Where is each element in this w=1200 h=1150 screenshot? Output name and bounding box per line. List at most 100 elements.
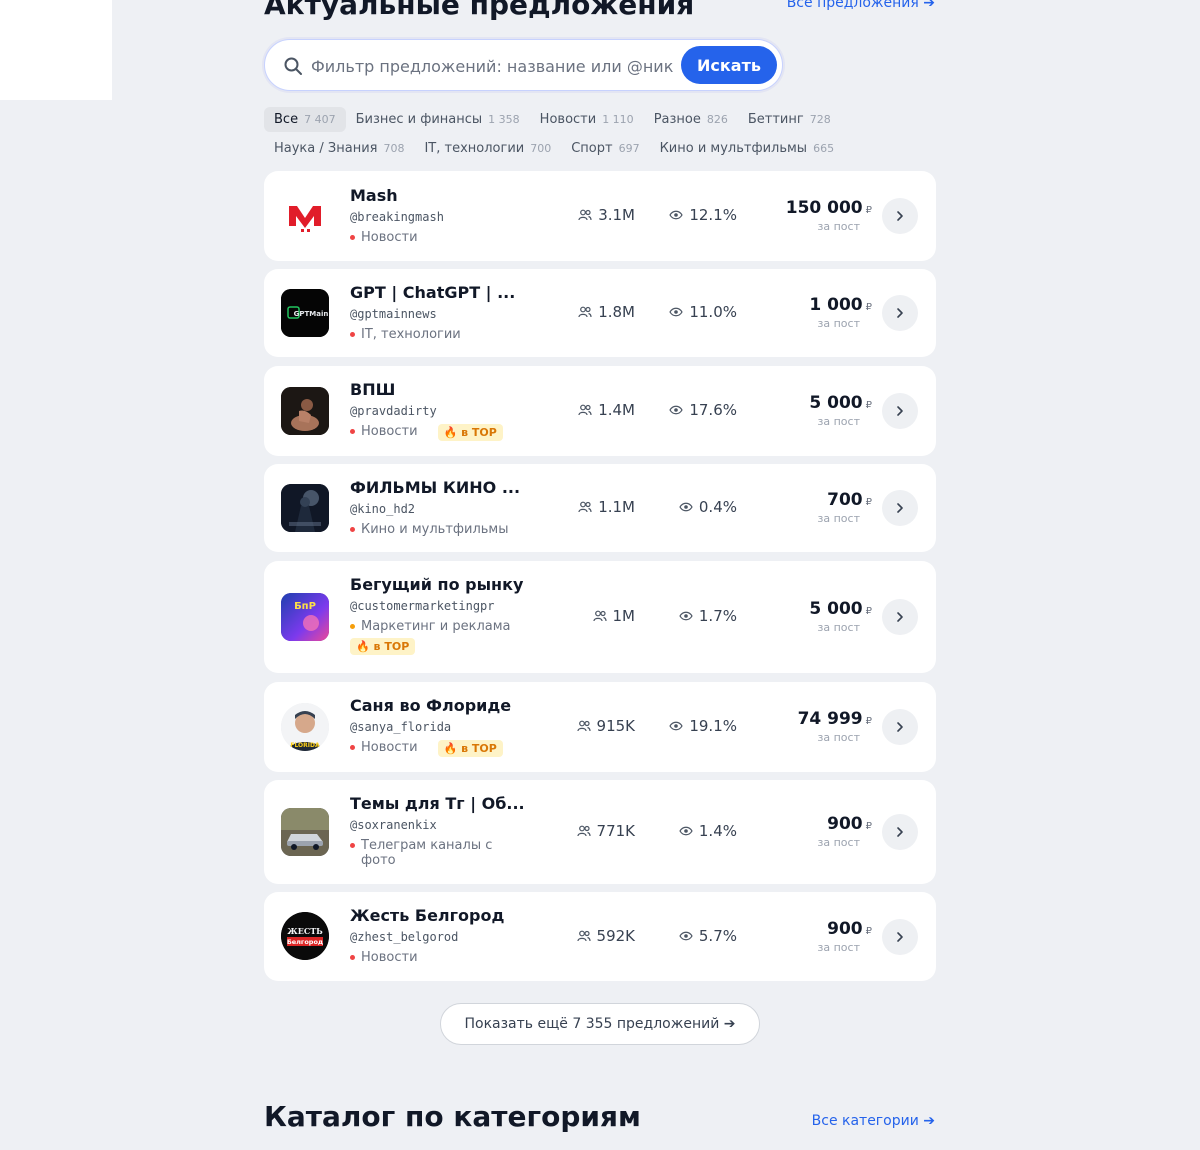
offer-card[interactable]: Темы для Тг | Об... @soxranenkix Телегра…: [264, 780, 936, 884]
search-button[interactable]: Искать: [681, 46, 777, 84]
price-block: 74 999 ₽ за пост: [798, 709, 872, 744]
offer-card[interactable]: Mash @breakingmash Новости 3.1M 12.1% 15…: [264, 171, 936, 261]
offer-info: Жесть Белгород @zhest_belgorod Новости: [350, 905, 550, 965]
currency-symbol: ₽: [865, 400, 872, 411]
all-offers-link[interactable]: Все предложения ➔: [787, 0, 935, 11]
price-block: 1 000 ₽ за пост: [809, 295, 872, 330]
channel-handle: @pravdadirty: [350, 404, 437, 418]
offer-card[interactable]: ФИЛЬМЫ КИНО ... @kino_hd2 Кино и мультфи…: [264, 464, 936, 552]
subscribers-stat: 1.1M: [578, 498, 635, 516]
category-label: IT, технологии: [361, 327, 461, 342]
category-dot-icon: [350, 843, 355, 848]
open-offer-button[interactable]: [882, 295, 918, 331]
vpsh-photo-icon: [281, 387, 329, 435]
channel-name[interactable]: Саня во Флориде: [350, 695, 550, 717]
er-value: 19.1%: [689, 717, 737, 735]
open-offer-button[interactable]: [882, 490, 918, 526]
chevron-right-icon: [897, 932, 903, 942]
channel-name[interactable]: Mash: [350, 185, 550, 207]
chip-business[interactable]: Бизнес и финансы 1 358: [346, 107, 530, 132]
subscribers-value: 915K: [596, 717, 635, 735]
chevron-right-icon: [897, 211, 903, 221]
channel-name[interactable]: Бегущий по рынку: [350, 574, 550, 596]
chevron-right-icon: [897, 827, 903, 837]
offer-card[interactable]: GPTMain GPT | ChatGPT | ... @gptmainnews…: [264, 269, 936, 357]
subscribers-stat: 1M: [592, 607, 635, 625]
users-icon: [576, 930, 591, 942]
chevron-right-icon: [897, 406, 903, 416]
offer-info: Бегущий по рынку @customermarketingpr Ма…: [350, 574, 550, 655]
category-dot-icon: [350, 624, 355, 629]
white-panel: [0, 0, 112, 100]
price-label: за пост: [817, 415, 860, 428]
chip-news[interactable]: Новости 1 110: [530, 107, 644, 132]
er-value: 1.7%: [698, 607, 737, 625]
subscribers-stat: 592K: [576, 927, 635, 945]
subscribers-value: 592K: [596, 927, 635, 945]
search-input[interactable]: [311, 52, 677, 80]
show-more-button[interactable]: Показать ещё 7 355 предложений ➔: [440, 1003, 760, 1045]
chip-sport[interactable]: Спорт 697: [561, 136, 649, 161]
er-stat: 1.4%: [679, 822, 737, 840]
er-value: 5.7%: [698, 927, 737, 945]
chip-science[interactable]: Наука / Знания 708: [264, 136, 414, 161]
subscribers-value: 3.1M: [598, 206, 635, 224]
chip-misc[interactable]: Разное 826: [644, 107, 738, 132]
open-offer-button[interactable]: [882, 919, 918, 955]
offer-card[interactable]: БпР Бегущий по рынку @customermarketingp…: [264, 561, 936, 673]
er-value: 0.4%: [698, 498, 737, 516]
currency-symbol: ₽: [865, 497, 872, 508]
price-block: 5 000 ₽ за пост: [809, 599, 872, 634]
currency-symbol: ₽: [865, 716, 872, 727]
avatar-text: FLORIDA: [290, 742, 320, 749]
open-offer-button[interactable]: [882, 393, 918, 429]
er-stat: 11.0%: [669, 303, 737, 321]
channel-name[interactable]: GPT | ChatGPT | ...: [350, 282, 550, 304]
offer-card[interactable]: ЖЕСТЬ Белгород Жесть Белгород @zhest_belg…: [264, 892, 936, 981]
category-dot-icon: [350, 527, 355, 532]
price-value: 700: [827, 490, 863, 510]
bpr-logo-icon: БпР: [281, 593, 329, 641]
chip-count: 7 407: [304, 113, 336, 126]
price-block: 700 ₽ за пост: [818, 490, 872, 525]
eye-icon: [679, 611, 693, 621]
channel-name[interactable]: Жесть Белгород: [350, 905, 550, 927]
chip-all[interactable]: Все 7 407: [264, 107, 346, 132]
all-categories-link[interactable]: Все категории ➔: [812, 1113, 935, 1129]
price-label: за пост: [817, 621, 860, 634]
subscribers-stat: 1.4M: [578, 401, 635, 419]
chip-label: Новости: [539, 112, 597, 127]
channel-name[interactable]: Темы для Тг | Об...: [350, 793, 550, 815]
open-offer-button[interactable]: [882, 198, 918, 234]
open-offer-button[interactable]: [882, 709, 918, 745]
category-filter: Все 7 407 Бизнес и финансы 1 358 Новости 1 …: [264, 107, 944, 165]
chip-it[interactable]: IT, технологии 700: [414, 136, 561, 161]
chip-movies[interactable]: Кино и мультфильмы 665: [650, 136, 845, 161]
price-block: 5 000 ₽ за пост: [809, 393, 872, 428]
er-stat: 5.7%: [679, 927, 737, 945]
offer-card[interactable]: FLORIDA Саня во Флориде @sanya_florida Н…: [264, 682, 936, 772]
offer-card[interactable]: ВПШ @pravdadirty Новости 🔥 в TOP 1.4M 17.…: [264, 366, 936, 456]
offer-info: ВПШ @pravdadirty Новости 🔥 в TOP: [350, 379, 550, 441]
chevron-right-icon: [897, 503, 903, 513]
er-stat: 12.1%: [669, 206, 737, 224]
chip-count: 665: [813, 142, 835, 155]
er-value: 17.6%: [689, 401, 737, 419]
subscribers-stat: 3.1M: [578, 206, 635, 224]
chip-label: Кино и мультфильмы: [659, 141, 808, 156]
er-stat: 19.1%: [669, 717, 737, 735]
open-offer-button[interactable]: [882, 599, 918, 635]
chevron-right-icon: [897, 308, 903, 318]
chip-betting[interactable]: Беттинг 728: [738, 107, 841, 132]
channel-name[interactable]: ФИЛЬМЫ КИНО ...: [350, 477, 550, 499]
open-offer-button[interactable]: [882, 814, 918, 850]
channel-handle: @gptmainnews: [350, 307, 437, 321]
offer-info: ФИЛЬМЫ КИНО ... @kino_hd2 Кино и мультфи…: [350, 477, 550, 537]
eye-icon: [679, 826, 693, 836]
currency-symbol: ₽: [865, 302, 872, 313]
avatar-text: Белгород: [287, 938, 323, 946]
users-icon: [592, 610, 607, 622]
channel-name[interactable]: ВПШ: [350, 379, 550, 401]
channel-handle: @sanya_florida: [350, 720, 452, 734]
fire-icon: 🔥: [443, 426, 458, 439]
